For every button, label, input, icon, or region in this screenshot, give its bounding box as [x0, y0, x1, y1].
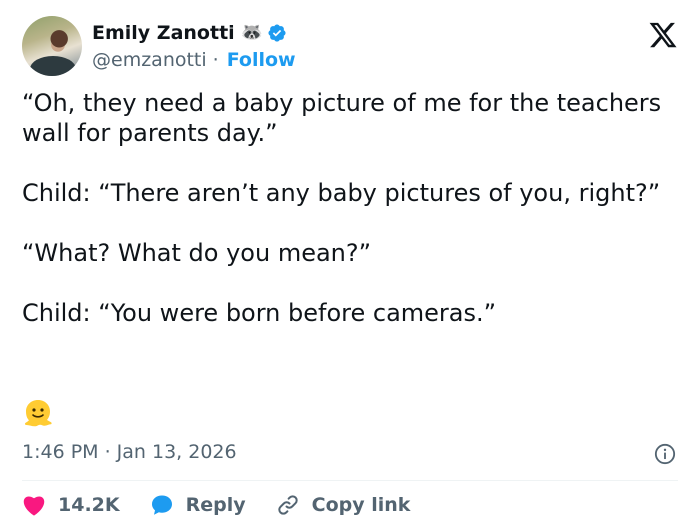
- heart-icon: [23, 496, 45, 516]
- author-handle[interactable]: @emzanotti: [92, 49, 207, 71]
- divider: [22, 480, 678, 481]
- tweet-timestamp[interactable]: 1:46 PM · Jan 13, 2026: [22, 441, 237, 463]
- x-logo-icon[interactable]: [648, 20, 678, 50]
- avatar[interactable]: [22, 16, 82, 76]
- like-count: 14.2K: [58, 494, 120, 516]
- tweet-paragraph: “What? What do you mean?”: [22, 239, 372, 267]
- like-button[interactable]: 14.2K: [22, 494, 120, 516]
- author-handle-row: @emzanotti · Follow: [92, 49, 296, 71]
- copy-link-label: Copy link: [311, 494, 411, 516]
- reply-label: Reply: [185, 494, 246, 516]
- tweet-text: “Oh, they need a baby picture of me for …: [22, 88, 682, 328]
- tweet-header: Emily Zanotti 🦝 @emzanotti · Follow: [22, 16, 678, 76]
- author-name[interactable]: Emily Zanotti: [92, 22, 235, 44]
- melting-face-icon: [25, 400, 52, 427]
- tweet-paragraph: Child: “There aren’t any baby pictures o…: [22, 179, 661, 207]
- tweet-paragraph: “Oh, they need a baby picture of me for …: [22, 89, 662, 147]
- info-icon[interactable]: [654, 443, 676, 465]
- tweet-paragraph: Child: “You were born before cameras.”: [22, 299, 497, 327]
- author-name-row: Emily Zanotti 🦝: [92, 22, 287, 44]
- separator: ·: [212, 49, 219, 71]
- reply-button[interactable]: Reply: [150, 493, 246, 517]
- copy-link-button[interactable]: Copy link: [276, 493, 411, 517]
- verified-badge-icon: [268, 24, 286, 42]
- raccoon-emoji: 🦝: [240, 22, 264, 43]
- reply-bubble-icon: [151, 495, 172, 515]
- link-icon: [277, 495, 298, 515]
- tweet-actions: 14.2K Reply Copy link: [22, 490, 440, 520]
- follow-button[interactable]: Follow: [227, 49, 296, 71]
